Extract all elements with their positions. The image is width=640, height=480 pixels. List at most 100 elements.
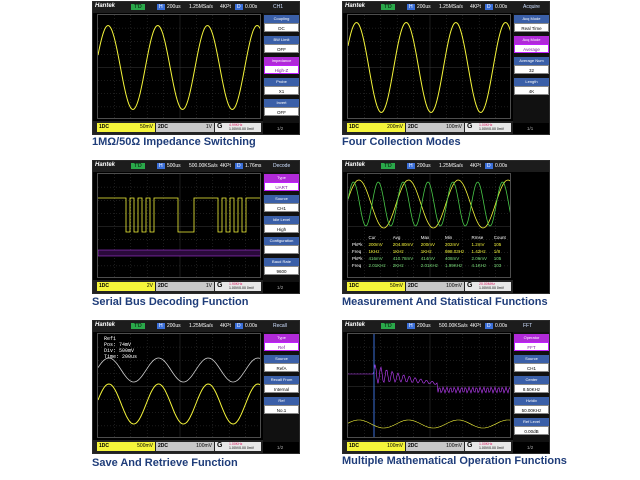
waveform-display xyxy=(97,173,261,278)
softkey-menu: Type Ref Source RefA Recall From Internal Ref N… xyxy=(263,332,299,442)
trigger-status[interactable]: G 1.00KHz 1.00V/0.00 0mV xyxy=(465,442,511,451)
menu-item-title: Type xyxy=(264,174,299,182)
menu-item[interactable]: Center 8.50KHz xyxy=(514,376,549,395)
menu-item-title: Acq Mode xyxy=(514,15,549,23)
ch2-status[interactable]: 2DC 100mV xyxy=(406,282,464,291)
measurement-cell: 204.80mV xyxy=(392,242,414,247)
measurement-cell: PkPk xyxy=(352,242,363,247)
measurement-cell: 1KHz xyxy=(420,249,432,254)
menu-item[interactable]: Acq Mode Average xyxy=(514,36,549,55)
menu-item-value: 8.50KHz xyxy=(514,384,549,393)
menu-item[interactable]: BW Limit OFF xyxy=(264,36,299,55)
menu-title-label: Acquire xyxy=(523,4,540,10)
channel-status-bar: 1DC 100mV 2DC 100mV G 1.00KHz 1.00V/0.00 0mV xyxy=(343,440,513,453)
brand-logo: Hantek xyxy=(95,162,116,168)
ch1-label: 1DC xyxy=(349,124,360,130)
menu-item-title: Source xyxy=(264,195,299,203)
ch1-status[interactable]: 1DC 50mV xyxy=(97,123,155,132)
menu-item[interactable]: Type UART xyxy=(264,174,299,193)
measurement-header-cell: Cur xyxy=(368,235,376,240)
measurement-header-row: Cur Avg Max Min Rmse Count xyxy=(350,234,510,241)
menu-item-value: FFT xyxy=(514,342,549,351)
menu-item-value: UART xyxy=(264,182,299,191)
measurement-cell: 414mV xyxy=(420,256,435,261)
menu-item[interactable]: Length 4K xyxy=(514,78,549,97)
trigger-status[interactable]: G 20.00MHz 1.00V/0.00 0mV xyxy=(465,282,511,291)
ch2-status[interactable]: 2DC 1V xyxy=(156,123,214,132)
decode-bus-row xyxy=(98,249,260,257)
measurement-cell: 202mV xyxy=(444,242,460,247)
horizontal-badge: H xyxy=(407,4,415,10)
ch1-waveform xyxy=(98,383,260,425)
menu-item[interactable]: Source CH1 xyxy=(264,195,299,214)
menu-item[interactable]: Impedance High-Z xyxy=(264,57,299,76)
trigger-status[interactable]: G 1.00KHz 1.00V/0.00 0mV xyxy=(465,123,511,132)
ch2-status[interactable]: 2DC 100mV xyxy=(406,123,464,132)
menu-item[interactable]: Baud Rate 9600 xyxy=(264,258,299,277)
horizontal-badge: H xyxy=(407,323,415,329)
menu-item-value: Ref xyxy=(264,342,299,351)
ch2-status[interactable]: 2DC 100mV xyxy=(156,442,214,451)
menu-item-value xyxy=(264,245,299,254)
menu-item[interactable]: Recall From Internal xyxy=(264,376,299,395)
menu-item[interactable]: Average Num 32 xyxy=(514,57,549,76)
measurement-header-cell: Rmse xyxy=(471,235,484,240)
waveform-canvas xyxy=(98,15,260,118)
menu-item-title: Type xyxy=(264,334,299,342)
ch1-label: 1DC xyxy=(349,443,360,449)
menu-item[interactable]: Coupling DC xyxy=(264,15,299,34)
trigger-status[interactable]: G 1.90KHz 1.00V/0.00 0mV xyxy=(215,282,261,291)
feature-caption: Serial Bus Decoding Function xyxy=(92,296,249,308)
menu-item-value: X1 xyxy=(264,86,299,95)
ch1-status[interactable]: 1DC 100mV xyxy=(347,442,405,451)
ch2-scale: 1V xyxy=(205,283,212,289)
ch1-status[interactable]: 1DC 200mV xyxy=(347,123,405,132)
ch1-status[interactable]: 1DC 50mV xyxy=(347,282,405,291)
memory-depth-label: 4KPt xyxy=(220,4,231,10)
menu-item[interactable]: Source RefA xyxy=(264,355,299,374)
menu-item[interactable]: Hz/div 50.00KHz xyxy=(514,397,549,416)
menu-item[interactable]: Type Ref xyxy=(264,334,299,353)
ch2-label: 2DC xyxy=(408,443,419,449)
measurement-row: PkPk 416mV 410.78mV 414mV 408mV 2.06mV 105 xyxy=(350,255,510,262)
menu-item[interactable]: Idle Level High xyxy=(264,216,299,235)
status-bar: Hantek T'D H 200us 500.00KSa/s 4KPt D 0.00s FFT xyxy=(343,321,549,332)
brand-logo: Hantek xyxy=(95,322,116,328)
menu-item[interactable]: Ref No.1 xyxy=(264,397,299,416)
menu-item[interactable]: Source CH1 xyxy=(514,355,549,374)
ch1-scale: 50mV xyxy=(139,124,153,130)
measurement-header-cell: Avg xyxy=(392,235,401,240)
trigger-level: 1.00V/0.00 0mV xyxy=(479,127,505,131)
channel-status-bar: 1DC 500mV 2DC 100mV G 1.00KHz 1.00V/0.00 0mV xyxy=(93,440,263,453)
measurement-header-cell: Max xyxy=(420,235,430,240)
menu-item[interactable]: Probe X1 xyxy=(264,78,299,97)
ch1-status[interactable]: 1DC 500mV xyxy=(97,442,155,451)
ch2-status[interactable]: 2DC 1V xyxy=(156,282,214,291)
measurement-cell: 1/8 xyxy=(493,249,500,254)
measurement-cell: 408mV xyxy=(444,256,460,261)
ch2-status[interactable]: 2DC 100mV xyxy=(406,442,464,451)
menu-item[interactable]: Acq Mode Real Time xyxy=(514,15,549,34)
trigger-status[interactable]: G 1.00KHz 1.00V/0.00 0mV xyxy=(215,442,261,451)
ch1-status[interactable]: 1DC 2V xyxy=(97,282,155,291)
ch2-label: 2DC xyxy=(158,283,169,289)
menu-item[interactable]: Configuration xyxy=(264,237,299,256)
trigger-status[interactable]: G 4.99KHz 1.00V/0.00 0mV xyxy=(215,123,261,132)
measurement-row: Freq 2.01KHz 2KHz 2.01KHz 1.99KHz 4.1KHz 103 xyxy=(350,262,510,269)
menu-item[interactable]: Ref Level 0.00dB xyxy=(514,418,549,437)
measurement-cell: 1.42Hz xyxy=(471,249,486,254)
menu-page-indicator: 1/2 xyxy=(277,126,284,131)
feature-caption: Four Collection Modes xyxy=(342,136,461,148)
measurement-table: Cur Avg Max Min Rmse Count PkPk 200mV 204.80mV 20… xyxy=(350,234,510,269)
memory-depth-label: 4KPt xyxy=(220,323,231,329)
sample-rate-label: 1.25MSa/s xyxy=(439,4,463,10)
ref-waveform xyxy=(98,357,260,383)
status-bar: Hantek T'D H 500us 500.00KSa/s 4KPt D 1.76ms Dec… xyxy=(93,161,299,172)
menu-item[interactable]: Operator FFT xyxy=(514,334,549,353)
trigger-status-badge: T'D xyxy=(381,163,395,169)
brand-logo: Hantek xyxy=(345,322,366,328)
delay-badge: D xyxy=(235,323,243,329)
measurement-cell: 4.1KHz xyxy=(471,263,487,268)
menu-item-title: Hz/div xyxy=(514,397,549,405)
menu-item[interactable]: Invert OFF xyxy=(264,99,299,118)
